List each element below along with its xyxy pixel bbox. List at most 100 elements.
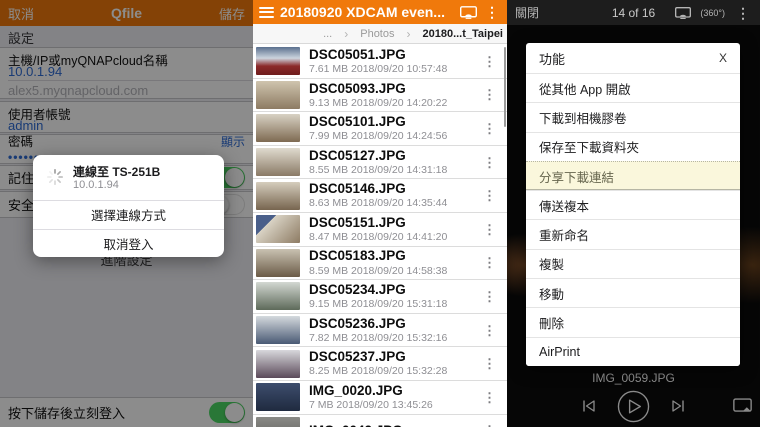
breadcrumb-item[interactable]: ... [323, 28, 332, 40]
file-meta: 7.61 MB 2018/09/20 10:57:48 [309, 63, 476, 76]
view-360-icon[interactable]: 360° [700, 8, 725, 18]
file-thumbnail [256, 383, 300, 411]
file-name: DSC05127.JPG [309, 148, 476, 164]
menu-hamburger-icon[interactable] [259, 7, 274, 18]
file-name: DSC05101.JPG [309, 114, 476, 130]
breadcrumb-item[interactable]: 20180...t_Taipei [422, 28, 503, 40]
dialog-title: 連線至 TS-251B [73, 163, 160, 180]
close-icon[interactable]: X [719, 51, 727, 65]
row-menu-icon[interactable]: ⋮ [476, 223, 503, 236]
file-row[interactable]: IMG_0042.JPG⋮ [253, 415, 507, 427]
file-row[interactable]: DSC05234.JPG9.15 MB 2018/09/20 15:31:18⋮ [253, 280, 507, 314]
file-meta: 7 MB 2018/09/20 13:45:26 [309, 399, 476, 412]
airplay-pip-icon[interactable] [733, 398, 752, 413]
file-thumbnail [256, 114, 300, 142]
file-thumbnail [256, 417, 300, 427]
menu-item[interactable]: 分享下載連結 [526, 161, 740, 190]
file-thumbnail [256, 350, 300, 378]
chevron-right-icon: › [344, 27, 348, 41]
file-meta: 8.25 MB 2018/09/20 15:32:28 [309, 365, 476, 378]
row-menu-icon[interactable]: ⋮ [476, 357, 503, 370]
action-menu: 功能 X 從其他 App 開啟下載到相機膠卷保存至下載資料夾分享下載連結傳送複本… [526, 43, 740, 366]
file-row[interactable]: DSC05237.JPG8.25 MB 2018/09/20 15:32:28⋮ [253, 347, 507, 381]
row-menu-icon[interactable]: ⋮ [476, 122, 503, 135]
connect-dialog: 連線至 TS-251B 10.0.1.94 選擇連線方式 取消登入 [33, 155, 224, 257]
file-row[interactable]: IMG_0020.JPG7 MB 2018/09/20 13:45:26⋮ [253, 381, 507, 415]
cast-icon[interactable] [460, 6, 477, 19]
menu-item[interactable]: 複製 [526, 249, 740, 278]
choose-connection-method-button[interactable]: 選擇連線方式 [33, 200, 224, 229]
overflow-menu-icon[interactable]: ⋮ [734, 6, 752, 20]
row-menu-icon[interactable]: ⋮ [476, 55, 503, 68]
file-row[interactable]: DSC05127.JPG8.55 MB 2018/09/20 14:31:18⋮ [253, 146, 507, 180]
breadcrumb-item[interactable]: Photos [360, 28, 394, 40]
next-button[interactable] [670, 398, 686, 414]
menu-item[interactable]: 移動 [526, 278, 740, 307]
middle-navbar: 20180920 XDCAM even... ⋮ [253, 0, 507, 24]
row-menu-icon[interactable]: ⋮ [476, 391, 503, 404]
file-thumbnail [256, 81, 300, 109]
scrollbar[interactable] [504, 47, 506, 127]
file-row[interactable]: DSC05151.JPG8.47 MB 2018/09/20 14:41:20⋮ [253, 213, 507, 247]
playback-controls [507, 388, 760, 424]
qfile-settings-screen: 取消 Qfile 儲存 設定 主機/IP或myQNAPcloud名稱 10.0.… [0, 0, 253, 427]
file-thumbnail [256, 316, 300, 344]
file-thumbnail [256, 249, 300, 277]
image-viewer-screen: 關閉 14 of 16 360° ⋮ 功能 X 從其他 App 開啟下載到相機膠… [507, 0, 760, 427]
row-menu-icon[interactable]: ⋮ [476, 189, 503, 202]
cancel-login-button[interactable]: 取消登入 [33, 229, 224, 258]
file-name: IMG_0042.JPG [309, 423, 476, 427]
menu-item[interactable]: 傳送複本 [526, 190, 740, 219]
chevron-right-icon: › [406, 27, 410, 41]
row-menu-icon[interactable]: ⋮ [476, 324, 503, 337]
file-name: DSC05183.JPG [309, 248, 476, 264]
file-thumbnail [256, 148, 300, 176]
file-row[interactable]: DSC05236.JPG7.82 MB 2018/09/20 15:32:16⋮ [253, 314, 507, 348]
file-name: DSC05236.JPG [309, 316, 476, 332]
file-row[interactable]: DSC05101.JPG7.99 MB 2018/09/20 14:24:56⋮ [253, 112, 507, 146]
previous-button[interactable] [581, 398, 597, 414]
cast-icon[interactable] [675, 7, 691, 19]
file-name: DSC05051.JPG [309, 47, 476, 63]
file-list: DSC05051.JPG7.61 MB 2018/09/20 10:57:48⋮… [253, 45, 507, 427]
row-menu-icon[interactable]: ⋮ [476, 156, 503, 169]
menu-item[interactable]: 下載到相機膠卷 [526, 102, 740, 131]
file-row[interactable]: DSC05051.JPG7.61 MB 2018/09/20 10:57:48⋮ [253, 45, 507, 79]
file-meta: 8.63 MB 2018/09/20 14:35:44 [309, 197, 476, 210]
file-row[interactable]: DSC05183.JPG8.59 MB 2018/09/20 14:58:38⋮ [253, 247, 507, 281]
menu-title: 功能 [539, 49, 565, 68]
menu-item[interactable]: 從其他 App 開啟 [526, 73, 740, 102]
file-name: IMG_0020.JPG [309, 383, 476, 399]
menu-item[interactable]: 保存至下載資料夾 [526, 132, 740, 161]
file-meta: 9.15 MB 2018/09/20 15:31:18 [309, 298, 476, 311]
menu-item[interactable]: AirPrint [526, 337, 740, 366]
play-button[interactable] [617, 390, 650, 423]
loading-spinner-icon [46, 168, 64, 186]
file-thumbnail [256, 215, 300, 243]
file-meta: 7.99 MB 2018/09/20 14:24:56 [309, 130, 476, 143]
current-filename: IMG_0059.JPG [507, 371, 760, 385]
file-row[interactable]: DSC05146.JPG8.63 MB 2018/09/20 14:35:44⋮ [253, 179, 507, 213]
file-meta: 8.55 MB 2018/09/20 14:31:18 [309, 164, 476, 177]
file-name: DSC05146.JPG [309, 181, 476, 197]
dialog-subtitle: 10.0.1.94 [73, 179, 119, 191]
breadcrumb: ... › Photos › 20180...t_Taipei [253, 24, 507, 44]
file-name: DSC05093.JPG [309, 81, 476, 97]
file-row[interactable]: DSC05093.JPG9.13 MB 2018/09/20 14:20:22⋮ [253, 79, 507, 113]
file-thumbnail [256, 47, 300, 75]
folder-title: 20180920 XDCAM even... [280, 4, 454, 20]
file-meta: 9.13 MB 2018/09/20 14:20:22 [309, 97, 476, 110]
overflow-menu-icon[interactable]: ⋮ [483, 5, 501, 19]
triple-screenshot-composite: 取消 Qfile 儲存 設定 主機/IP或myQNAPcloud名稱 10.0.… [0, 0, 760, 427]
menu-item[interactable]: 刪除 [526, 307, 740, 336]
row-menu-icon[interactable]: ⋮ [476, 88, 503, 101]
file-thumbnail [256, 282, 300, 310]
row-menu-icon[interactable]: ⋮ [476, 256, 503, 269]
file-meta: 8.47 MB 2018/09/20 14:41:20 [309, 231, 476, 244]
row-menu-icon[interactable]: ⋮ [476, 290, 503, 303]
menu-item[interactable]: 重新命名 [526, 219, 740, 248]
file-name: DSC05234.JPG [309, 282, 476, 298]
file-name: DSC05237.JPG [309, 349, 476, 365]
file-name: DSC05151.JPG [309, 215, 476, 231]
file-meta: 8.59 MB 2018/09/20 14:58:38 [309, 265, 476, 278]
